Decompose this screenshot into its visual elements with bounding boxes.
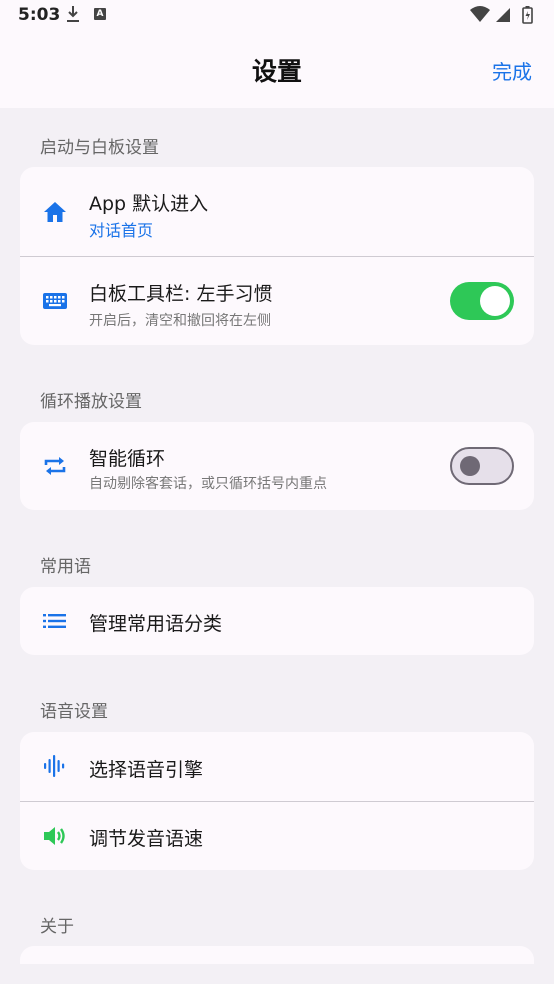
page-title: 设置 — [251, 57, 302, 86]
wifi-icon — [470, 6, 490, 22]
waveform-icon — [44, 755, 65, 777]
list-icon — [43, 614, 66, 628]
row-title: 智能循环 — [89, 448, 166, 470]
status-bar: 5:03 A — [0, 0, 554, 30]
section-title-phrases: 常用语 — [40, 557, 91, 577]
system-status-icons — [470, 6, 533, 24]
row-title: App 默认进入 — [89, 193, 209, 215]
whiteboard-left-hand-toggle[interactable] — [450, 282, 514, 320]
battery-icon — [522, 6, 533, 24]
row-whiteboard-left-hand[interactable]: 白板工具栏: 左手习惯 开启后，清空和撤回将在左侧 — [20, 256, 534, 345]
a-badge-icon: A — [94, 8, 106, 20]
card-phrases: 管理常用语分类 — [20, 587, 534, 655]
app-bar: 设置 完成 — [0, 30, 554, 108]
row-subtitle: 自动剔除客套话，或只循环括号内重点 — [89, 476, 327, 492]
row-title: 管理常用语分类 — [89, 613, 223, 635]
smart-loop-toggle[interactable] — [450, 447, 514, 485]
home-icon — [44, 202, 66, 222]
section-title-startup: 启动与白板设置 — [40, 138, 159, 158]
section-title-about: 关于 — [40, 917, 74, 937]
toggle-knob — [480, 286, 510, 316]
section-title-voice: 语音设置 — [40, 702, 108, 722]
repeat-icon — [44, 457, 66, 475]
default-entry-value[interactable]: 对话首页 — [89, 217, 153, 241]
row-title: 选择语音引擎 — [89, 759, 204, 781]
keyboard-icon — [43, 293, 67, 309]
card-about[interactable] — [20, 946, 534, 964]
row-default-entry[interactable]: App 默认进入 对话首页 — [20, 167, 534, 256]
status-time: 5:03 — [18, 5, 61, 25]
row-adjust-speech-rate[interactable]: 调节发音语速 — [20, 801, 534, 870]
row-subtitle: 开启后，清空和撤回将在左侧 — [89, 313, 271, 329]
card-voice: 选择语音引擎 调节发音语速 — [20, 732, 534, 870]
row-title: 白板工具栏: 左手习惯 — [89, 283, 273, 305]
row-title: 调节发音语速 — [89, 828, 204, 850]
row-select-voice-engine[interactable]: 选择语音引擎 — [20, 732, 534, 801]
toggle-knob — [460, 456, 480, 476]
speaker-icon — [44, 827, 65, 845]
section-title-loop: 循环播放设置 — [40, 392, 142, 412]
card-loop: 智能循环 自动剔除客套话，或只循环括号内重点 — [20, 422, 534, 510]
done-button[interactable]: 完成 — [492, 56, 532, 85]
row-manage-phrase-categories[interactable]: 管理常用语分类 — [20, 587, 534, 655]
row-smart-loop[interactable]: 智能循环 自动剔除客套话，或只循环括号内重点 — [20, 422, 534, 510]
download-icon — [67, 6, 79, 22]
signal-icon — [496, 8, 510, 22]
card-startup: App 默认进入 对话首页 白板工具栏: 左手习惯 开启后，清空和撤回将在左侧 — [20, 167, 534, 345]
